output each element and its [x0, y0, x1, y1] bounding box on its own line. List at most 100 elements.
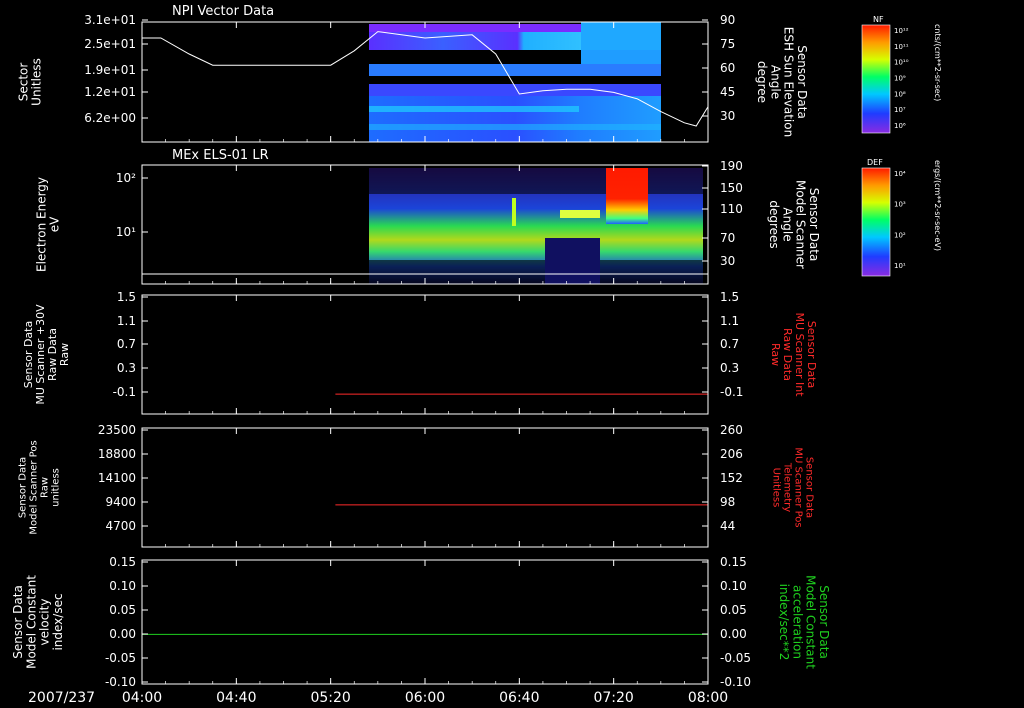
- colorbar-tick-label: 10¹⁰: [894, 59, 909, 67]
- panel-3-right-axis: 1.5 1.1 0.7 0.3 -0.1 Sensor DataMU Scanner In…: [702, 290, 818, 399]
- colorbar-def: DEF 10⁴ 10³ 10² 10¹ ergs/(cm**2-sr-sec-eV): [861, 158, 942, 277]
- panel-4-left-axis: 23500 18800 14100 9400 4700 Sensor DataModel …: [18, 423, 148, 535]
- y-axis-label-line: Sensor Data: [18, 457, 29, 518]
- y-axis-label-line: MU Scanner +30V: [34, 304, 47, 405]
- y-axis-label-right: Sensor DataModel Constantaccelerationind…: [777, 575, 831, 669]
- y-tick-label: 190: [720, 159, 743, 173]
- y-axis-label-line: unitless: [51, 468, 62, 507]
- y-tick-label: 0.00: [720, 627, 747, 641]
- colorbar-tick-label: 10⁷: [894, 106, 906, 114]
- y-tick-label: 0.10: [109, 579, 136, 593]
- y-axis-label-line: Model Constant: [804, 575, 818, 669]
- y-axis-label-left: Sensor DataMU Scanner +30VRaw DataRaw: [22, 304, 71, 405]
- y-axis-label-right: Sensor DataMU Scanner IntRaw DataRaw: [769, 312, 818, 397]
- y-axis-label-line: degree: [755, 61, 769, 103]
- y-axis-label-line: Raw: [58, 343, 71, 366]
- panel-3-frame: [141, 294, 709, 415]
- colorbar-nf-scale: [861, 24, 891, 134]
- y-axis-label-left: SectorUnitless: [16, 58, 43, 106]
- y-axis-label-line: Model Scanner: [794, 180, 808, 269]
- y-tick-label: 23500: [98, 423, 136, 437]
- panel-els-title: MEx ELS-01 LR: [172, 148, 269, 163]
- y-axis-label-line: Sensor Data: [22, 321, 35, 388]
- y-tick-label: 1.5: [117, 290, 136, 304]
- panel-npi-vector-data: NPI Vector Data 3.1e+01 2.5e+01 1.9e+01 1.2…: [16, 4, 809, 143]
- y-tick-label: 0.3: [720, 361, 739, 375]
- y-tick-label: 1.5: [720, 290, 739, 304]
- y-axis-label-line: degrees: [767, 200, 781, 248]
- x-tick-label: 07:20: [593, 690, 633, 706]
- date-label: 2007/237: [28, 690, 95, 706]
- y-tick-label: 98: [720, 495, 735, 509]
- y-tick-label: 1.1: [117, 314, 136, 328]
- y-tick-label: 1.9e+01: [84, 63, 136, 77]
- y-axis-label-left: Sensor DataModel Scanner PosRawunitless: [18, 440, 62, 534]
- y-tick-label: -0.1: [720, 385, 743, 399]
- y-tick-label: 45: [720, 85, 735, 99]
- y-tick-label: -0.1: [113, 385, 136, 399]
- colorbar-tick-label: 10⁹: [894, 75, 906, 83]
- panel-5-frame: [141, 559, 709, 685]
- y-tick-label: 206: [720, 447, 743, 461]
- colorbar-def-unit: ergs/(cm**2-sr-sec-eV): [933, 160, 942, 251]
- y-tick-label: 60: [720, 61, 735, 75]
- panel-model-constant: 0.150.100.050.00-0.05-0.10Sensor DataMod…: [11, 555, 831, 689]
- y-tick-label: -0.10: [105, 675, 136, 689]
- y-tick-label: 0.7: [117, 337, 136, 351]
- colorbar-tick-label: 10²: [894, 231, 906, 239]
- y-axis-label-line: Unitless: [30, 58, 44, 106]
- y-tick-label: -0.05: [105, 651, 136, 665]
- y-axis-label-line: velocity: [38, 599, 52, 646]
- els-left-axis: 10² 10¹ Electron EnergyeV: [34, 171, 148, 272]
- y-tick-label: 0.15: [720, 555, 747, 569]
- y-tick-label: 0.05: [720, 603, 747, 617]
- y-axis-label-line: Raw Data: [781, 328, 794, 381]
- y-tick-label: 0.05: [109, 603, 136, 617]
- y-axis-label-line: Angle: [780, 207, 794, 241]
- y-tick-label: 10¹: [116, 225, 136, 239]
- y-axis-label-line: MU Scanner Int: [793, 312, 806, 397]
- npi-left-axis: 3.1e+01 2.5e+01 1.9e+01 1.2e+01 6.2e+00 Secto…: [16, 13, 148, 125]
- y-axis-label-right: Sensor DataMU Scanner PosTelemetryUnitle…: [771, 447, 815, 527]
- panel-4-frame: [141, 427, 709, 548]
- y-tick-label: 260: [720, 423, 743, 437]
- y-tick-label: 0.00: [109, 627, 136, 641]
- y-tick-label: 110: [720, 202, 743, 216]
- colorbar-tick-label: 10⁸: [894, 90, 906, 98]
- els-right-axis: 190 150 110 70 30 Sensor DataModel ScannerAng…: [702, 159, 821, 269]
- colorbar-def-title: DEF: [867, 158, 883, 167]
- y-axis-label-line: Angle: [768, 65, 782, 99]
- y-axis-label-line: Raw: [769, 343, 782, 366]
- y-tick-label: 30: [720, 254, 735, 268]
- panel-4-right-axis: 260 206 152 98 44 Sensor DataMU Scanner PosTe…: [702, 423, 815, 533]
- y-tick-label: 3.1e+01: [84, 13, 136, 27]
- x-tick-label: 08:00: [688, 690, 728, 706]
- y-axis-label-line: Model Constant: [24, 575, 38, 669]
- colorbar-tick-label: 10⁶: [894, 122, 906, 130]
- y-tick-label: 2.5e+01: [84, 37, 136, 51]
- y-tick-label: 9400: [105, 495, 136, 509]
- y-axis-label-line: Sensor Data: [795, 45, 809, 119]
- x-tick-label: 04:00: [122, 690, 162, 706]
- y-tick-label: 14100: [98, 471, 136, 485]
- y-tick-label: 152: [720, 471, 743, 485]
- y-tick-label: 1.1: [720, 314, 739, 328]
- y-tick-label: 4700: [105, 519, 136, 533]
- panel-5-left-axis: 0.15 0.10 0.05 0.00 -0.05 -0.10 Sensor DataMod…: [11, 555, 148, 689]
- y-axis-label-line: Sensor Data: [11, 585, 25, 659]
- x-tick-label: 06:40: [499, 690, 539, 706]
- y-tick-label: 70: [720, 231, 735, 245]
- x-tick-label: 05:20: [310, 690, 350, 706]
- y-axis-label-line: ESH Sun Elevation: [782, 27, 796, 137]
- y-tick-label: -0.10: [720, 675, 751, 689]
- npi-right-axis: 90 75 60 45 30 Sensor DataESH Sun ElevationAn…: [702, 13, 809, 137]
- panel-npi-title: NPI Vector Data: [172, 4, 274, 19]
- colorbar-tick-label: 10¹: [894, 262, 906, 270]
- colorbar-def-ticks: 10⁴ 10³ 10² 10¹: [894, 170, 906, 270]
- y-axis-label-line: Raw Data: [46, 328, 59, 381]
- colorbar-def-scale: [861, 167, 891, 277]
- y-tick-label: 18800: [98, 447, 136, 461]
- y-axis-label-line: Sector: [16, 63, 30, 102]
- y-axis-label-line: Unitless: [771, 468, 782, 508]
- colorbar-nf-unit: cnts/(cm**2-sr-sec): [933, 24, 942, 101]
